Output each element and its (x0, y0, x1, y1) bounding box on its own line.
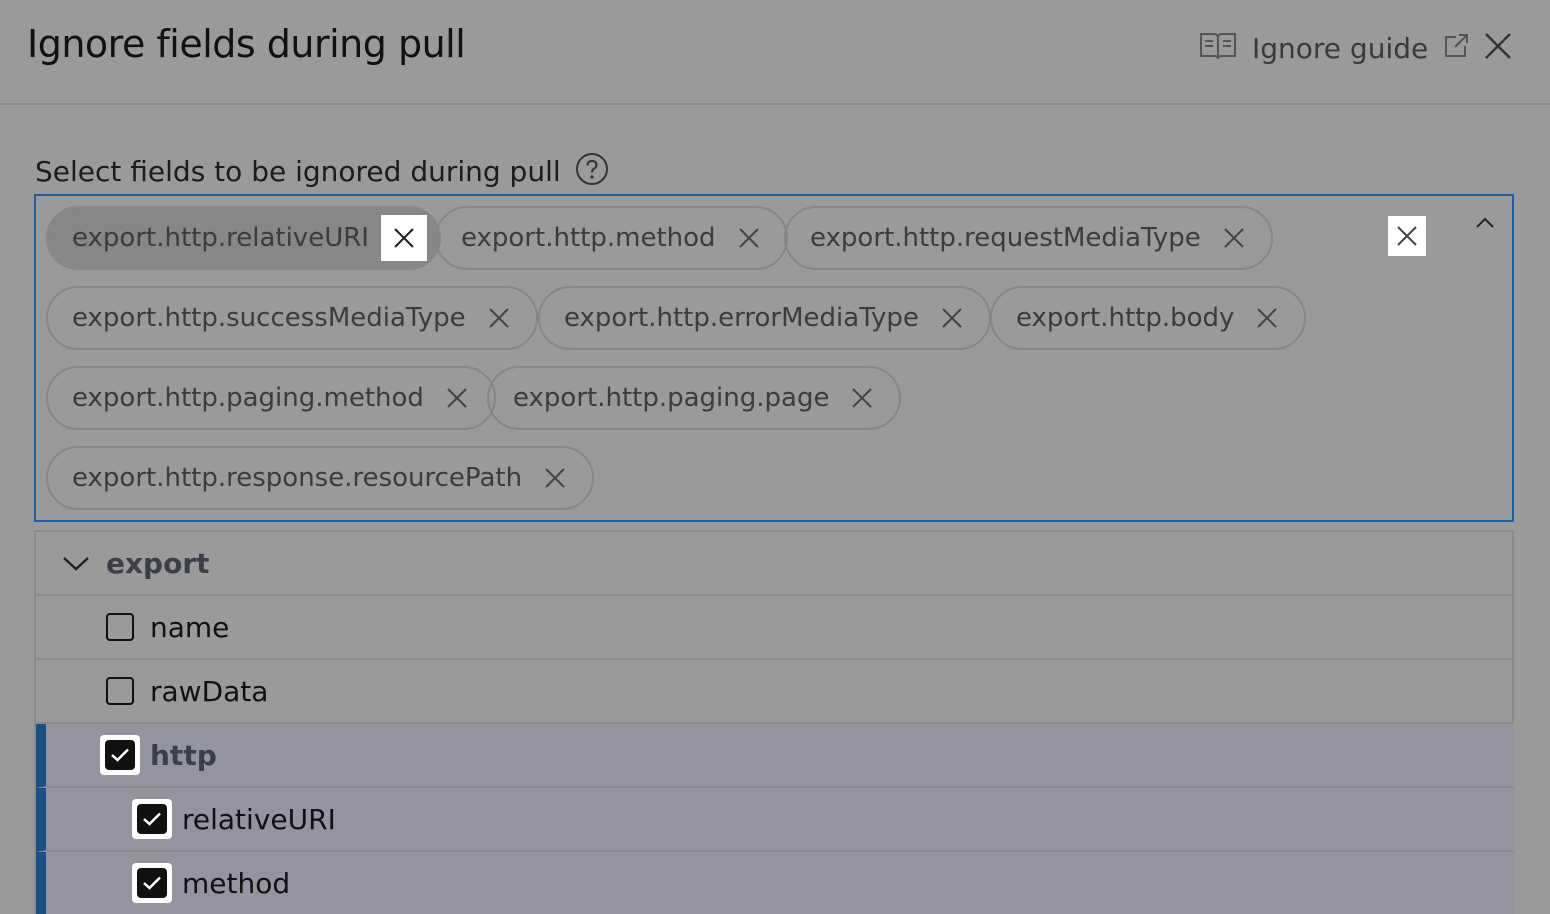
close-icon (1483, 31, 1513, 65)
chip-label: export.http.errorMediaType (564, 303, 919, 333)
chip-method: export.http.method (435, 206, 788, 270)
checkbox-method[interactable] (132, 863, 172, 903)
chip-paging-method: export.http.paging.method (46, 366, 496, 430)
ignore-guide-label: Ignore guide (1252, 31, 1429, 65)
chip-remove-button[interactable] (484, 303, 514, 333)
tree-row-method[interactable]: method (36, 852, 1514, 914)
chip-relativeURI: export.http.relativeURI (46, 206, 441, 270)
checkbox-http[interactable] (100, 735, 140, 775)
close-icon (942, 308, 962, 328)
field-label-text: Select fields to be ignored during pull (35, 154, 561, 188)
tree-item-label: method (182, 866, 291, 900)
chip-body: export.http.body (990, 286, 1307, 350)
collapse-button[interactable] (1470, 208, 1500, 238)
chip-remove-button[interactable] (442, 383, 472, 413)
chip-label: export.http.relativeURI (72, 223, 369, 253)
chip-remove-button[interactable] (847, 383, 877, 413)
dialog-title: Ignore fields during pull (27, 22, 466, 66)
close-button[interactable] (1478, 28, 1518, 68)
close-icon (447, 388, 467, 408)
tree-root-label: export (106, 546, 210, 580)
chip-label: export.http.requestMediaType (810, 223, 1201, 253)
close-icon (545, 468, 565, 488)
chip-label: export.http.response.resourcePath (72, 463, 523, 493)
tree-item-label: http (150, 738, 217, 772)
clear-all-button[interactable] (1388, 216, 1426, 256)
close-icon (394, 228, 414, 248)
chip-errorMediaType: export.http.errorMediaType (538, 286, 991, 350)
check-icon (105, 740, 135, 770)
checkbox-relativeURI[interactable] (132, 799, 172, 839)
tree-item-label: name (150, 610, 230, 644)
chip-remove-button[interactable] (1252, 303, 1282, 333)
tree-row-http[interactable]: http (36, 724, 1514, 788)
chip-requestMediaType: export.http.requestMediaType (784, 206, 1273, 270)
close-icon (1397, 226, 1417, 246)
chip-remove-button[interactable] (1219, 223, 1249, 253)
chip-successMediaType: export.http.successMediaType (46, 286, 538, 350)
chip-label: export.http.paging.method (72, 383, 424, 413)
tree-item-label: rawData (150, 674, 269, 708)
chip-resourcePath: export.http.response.resourcePath (46, 446, 595, 510)
chip-label: export.http.successMediaType (72, 303, 466, 333)
checkbox-rawData[interactable] (106, 677, 134, 705)
chip-paging-page: export.http.paging.page (487, 366, 902, 430)
field-tree: export name rawData http relativeURI met… (34, 530, 1514, 914)
close-icon (1257, 308, 1278, 328)
chip-remove-button[interactable] (937, 303, 967, 333)
close-icon (1224, 228, 1244, 248)
tree-row-name[interactable]: name (36, 596, 1514, 660)
tree-item-label: relativeURI (182, 802, 336, 836)
external-link-icon (1442, 32, 1470, 64)
close-icon (738, 228, 759, 248)
ignored-fields-select[interactable]: export.http.relativeURI export.http.meth… (34, 194, 1514, 522)
check-icon (137, 804, 167, 834)
help-circle-icon[interactable] (575, 152, 609, 190)
check-icon (137, 868, 167, 898)
ignore-guide-link[interactable]: Ignore guide (1198, 28, 1470, 68)
checkbox-name[interactable] (106, 613, 134, 641)
chevron-up-icon (1476, 217, 1494, 228)
chip-remove-button[interactable] (734, 223, 764, 253)
chip-label: export.http.method (461, 223, 716, 253)
chip-remove-button[interactable] (380, 215, 427, 261)
chevron-down-icon[interactable] (62, 555, 90, 571)
field-label: Select fields to be ignored during pull (35, 150, 609, 192)
close-icon (852, 388, 873, 408)
tree-row-rawData[interactable]: rawData (36, 660, 1514, 724)
dialog-header: Ignore fields during pull Ignore guide (0, 0, 1550, 105)
close-icon (488, 308, 509, 328)
chip-label: export.http.paging.page (513, 383, 830, 413)
tree-row-relativeURI[interactable]: relativeURI (36, 788, 1514, 852)
chip-label: export.http.body (1016, 303, 1235, 333)
tree-row-export[interactable]: export (36, 532, 1514, 596)
book-icon (1198, 30, 1238, 66)
chip-remove-button[interactable] (540, 463, 570, 493)
